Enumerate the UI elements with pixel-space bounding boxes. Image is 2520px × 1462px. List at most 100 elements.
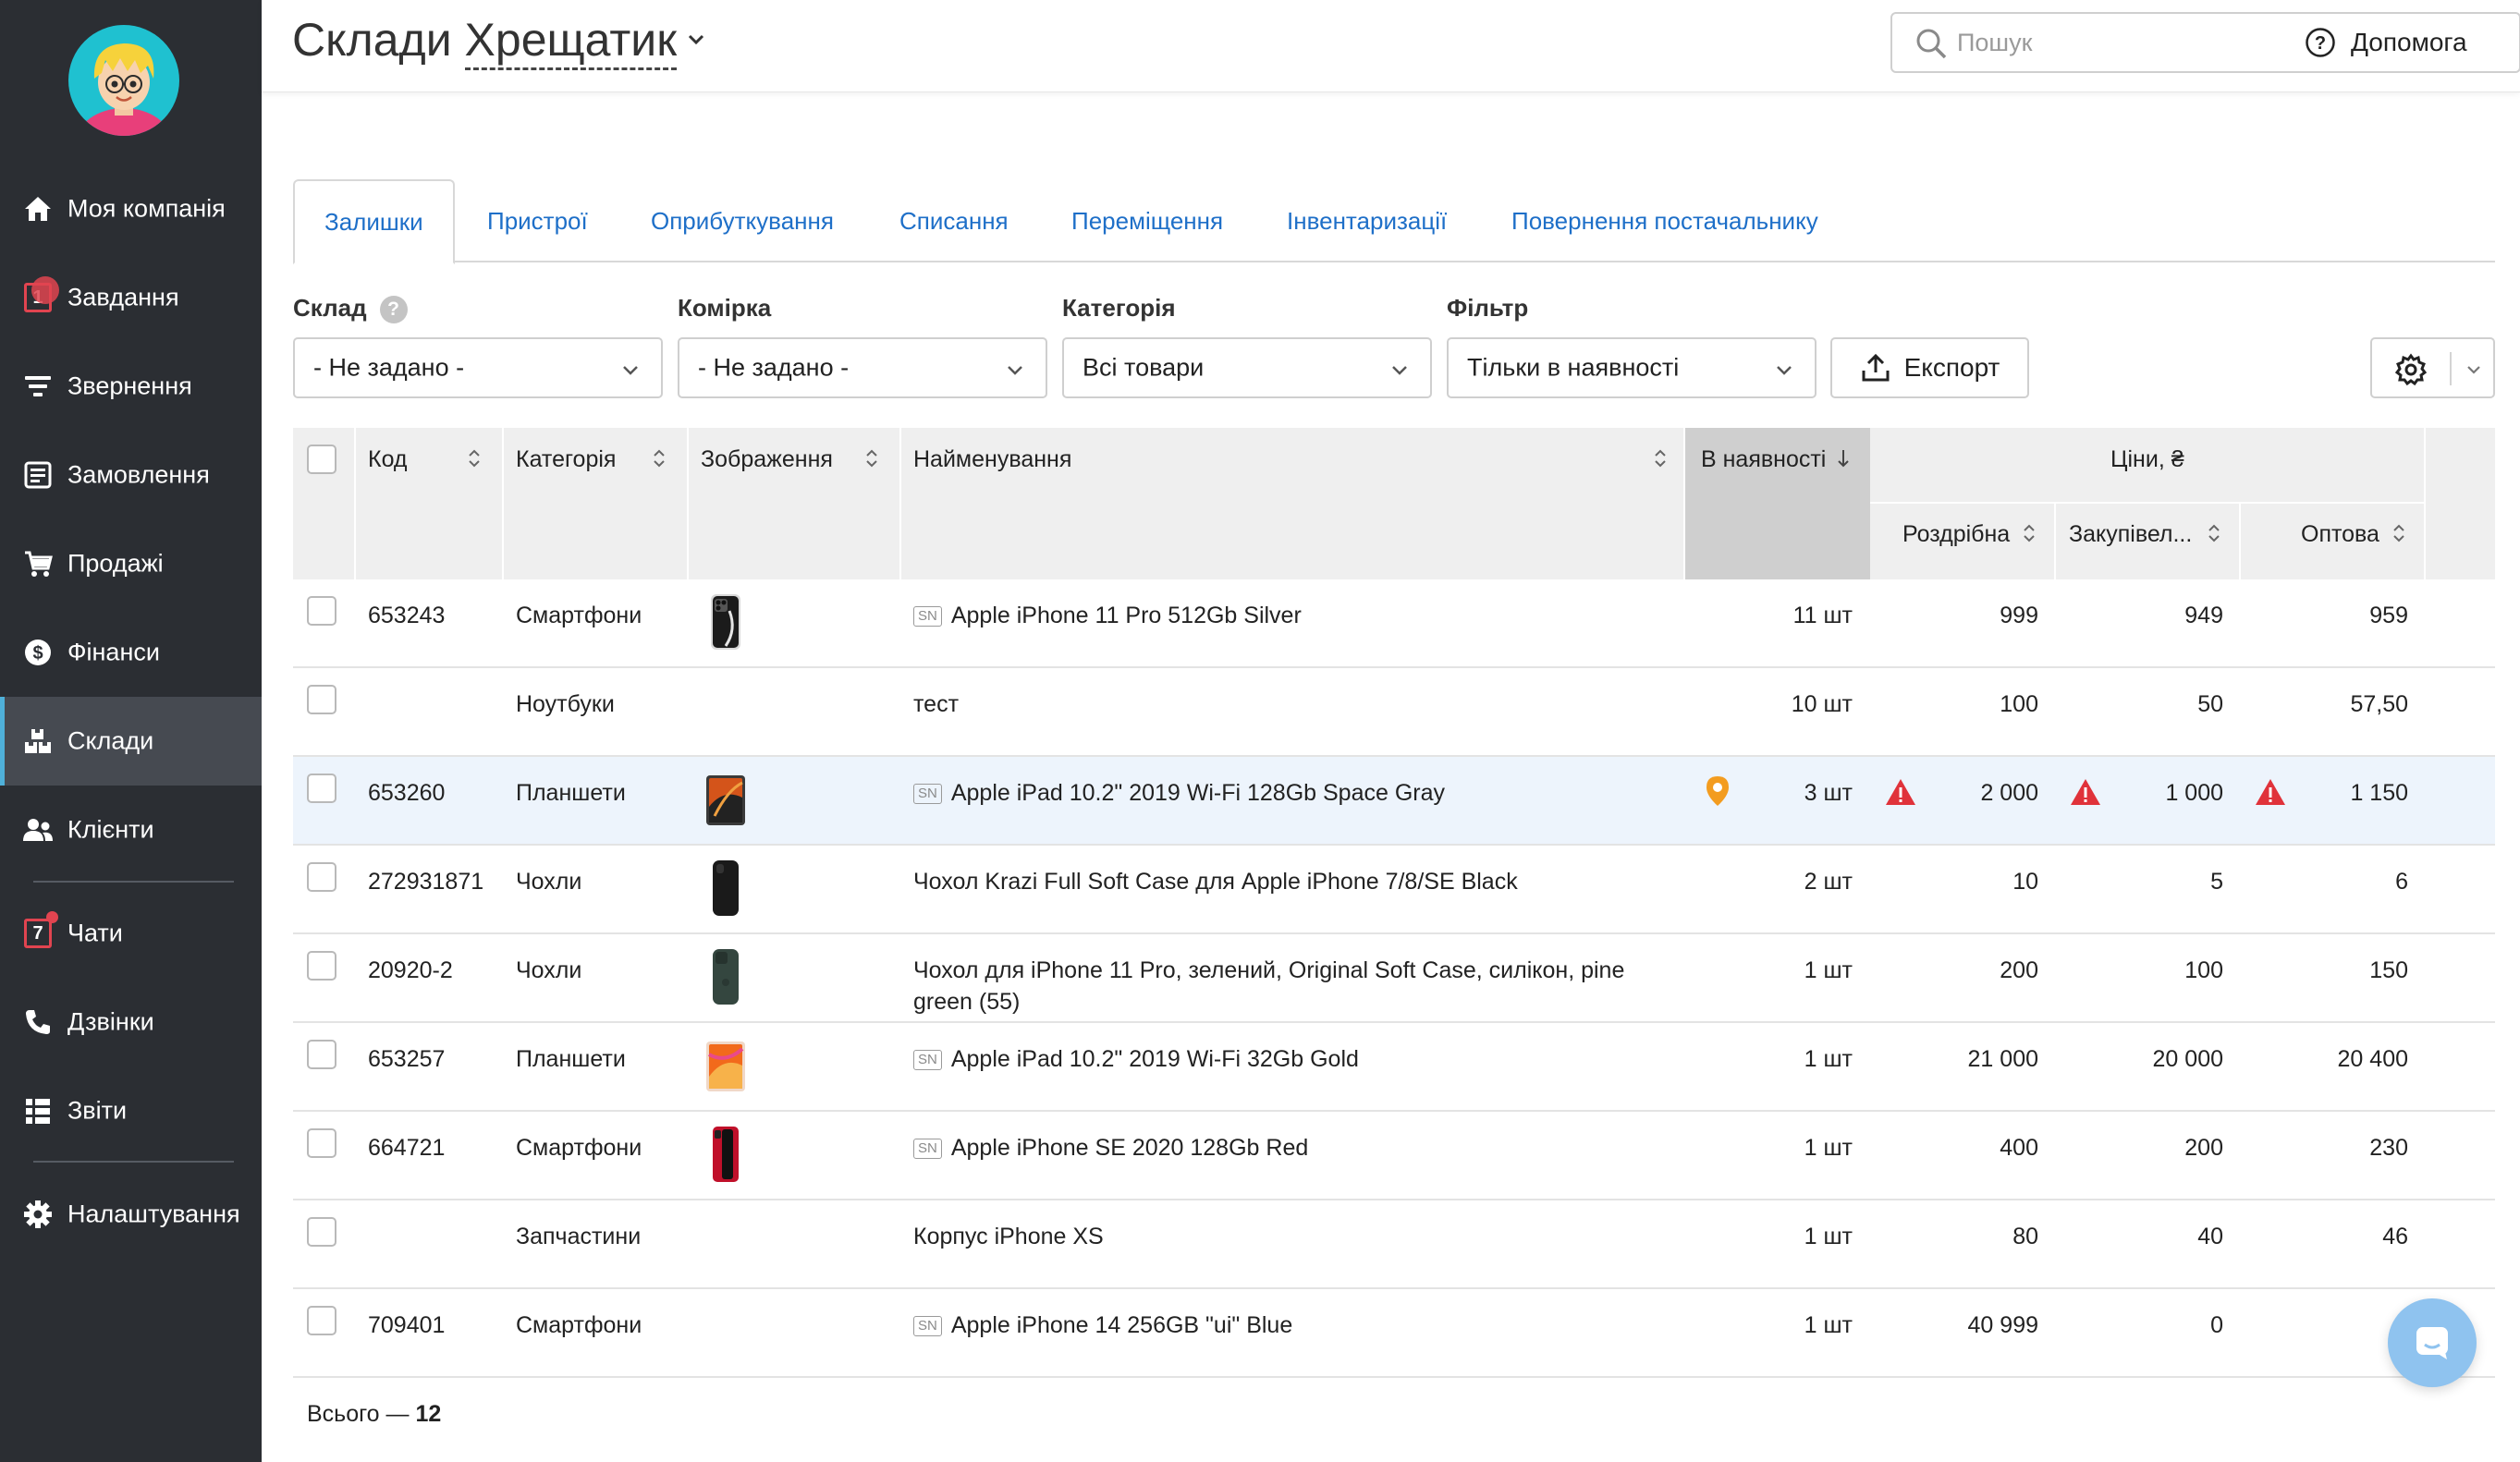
column-purchase-header[interactable]: Закупівел...	[2069, 521, 2192, 548]
cell-retail-price: 40 999	[1967, 1312, 2038, 1338]
tab-write-offs[interactable]: Списання	[899, 179, 1009, 262]
column-in-stock-header[interactable]: В наявності	[1701, 446, 1826, 473]
row-checkbox[interactable]	[307, 951, 336, 981]
product-thumbnail-iphone-11-pro-silver[interactable]	[705, 592, 746, 652]
product-thumbnail-case-black[interactable]	[705, 859, 746, 918]
product-name-link[interactable]: Apple iPhone 14 256GB "ui" Blue	[951, 1312, 1292, 1338]
sort-icon[interactable]	[1653, 448, 1668, 469]
sort-descending-icon[interactable]	[1836, 448, 1851, 469]
sidebar: Моя компанія 1 Завдання Звернення Замовл…	[0, 0, 262, 1462]
row-checkbox[interactable]	[307, 1217, 336, 1247]
sidebar-item-requests[interactable]: Звернення	[0, 342, 262, 431]
table-row[interactable]: 20920-2 Чохли Чохол для iPhone 11 Pro, зел…	[293, 934, 2495, 1023]
sidebar-item-finance[interactable]: $ Фінанси	[0, 608, 262, 697]
export-button[interactable]: Експорт	[1830, 337, 2029, 398]
table-row[interactable]: Ноутбуки тест 10 шт 100 50 57,50	[293, 668, 2495, 757]
cell-name: SN Apple iPhone SE 2020 128Gb Red	[913, 1132, 1308, 1164]
cell-category: Чохли	[516, 957, 582, 983]
sidebar-item-reports[interactable]: Звіти	[0, 1066, 262, 1155]
warehouse-switcher[interactable]: Хрещатик	[464, 14, 678, 70]
cell-in-stock: 1 шт	[1804, 1312, 1853, 1338]
column-category-header[interactable]: Категорія	[516, 446, 616, 473]
row-checkbox[interactable]	[307, 862, 336, 892]
column-name-header[interactable]: Найменування	[913, 446, 1071, 473]
sort-icon[interactable]	[2207, 523, 2221, 543]
cell-purchase-price: 949	[2184, 603, 2223, 628]
sort-icon[interactable]	[467, 448, 482, 469]
table-settings-button[interactable]	[2370, 337, 2495, 398]
row-checkbox[interactable]	[307, 774, 336, 803]
table-row[interactable]: 653257 Планшети SN Apple iPad 10.2" 2019 Wi…	[293, 1023, 2495, 1112]
sidebar-item-orders[interactable]: Замовлення	[0, 431, 262, 519]
sidebar-item-settings[interactable]: Налаштування	[0, 1170, 262, 1259]
tab-transfers[interactable]: Переміщення	[1071, 179, 1223, 262]
sidebar-item-chats[interactable]: 7 Чати	[0, 889, 262, 978]
column-code-header[interactable]: Код	[368, 446, 408, 473]
warning-icon[interactable]	[2255, 777, 2286, 807]
chevron-down-icon[interactable]	[682, 26, 710, 54]
cell-category: Чохли	[516, 869, 582, 895]
cell-purchase-price: 200	[2184, 1135, 2223, 1161]
warning-icon[interactable]	[2070, 777, 2101, 807]
cell-retail-price: 80	[2012, 1224, 2038, 1249]
product-thumbnail-ipad-gold[interactable]	[705, 1036, 746, 1095]
cell-wholesale-price: 1 150	[2350, 780, 2408, 806]
help-link[interactable]: ? Допомога	[2305, 22, 2467, 63]
support-chat-button[interactable]	[2388, 1298, 2477, 1387]
row-checkbox[interactable]	[307, 1040, 336, 1069]
avatar[interactable]	[68, 25, 179, 136]
table-row[interactable]: 272931871 Чохли Чохол Krazi Full Soft Case…	[293, 846, 2495, 934]
help-question-icon[interactable]: ?	[379, 296, 408, 324]
tab-inventories[interactable]: Інвентаризації	[1287, 179, 1447, 262]
row-checkbox[interactable]	[307, 596, 336, 626]
product-thumbnail-ipad-space-gray[interactable]	[705, 770, 746, 829]
row-checkbox[interactable]	[307, 1128, 336, 1158]
product-name-link[interactable]: Корпус iPhone XS	[913, 1224, 1104, 1249]
row-checkbox[interactable]	[307, 1306, 336, 1335]
product-thumbnail-case-pine-green[interactable]	[705, 947, 746, 1006]
column-retail-header[interactable]: Роздрібна	[1902, 521, 2010, 548]
product-thumbnail-iphone-se-red[interactable]	[705, 1125, 746, 1184]
sidebar-item-clients[interactable]: Клієнти	[0, 786, 262, 874]
category-select[interactable]: Всі товари	[1062, 337, 1432, 398]
sort-icon[interactable]	[864, 448, 879, 469]
availability-filter-select[interactable]: Тільки в наявності	[1447, 337, 1817, 398]
location-pin-icon[interactable]	[1705, 775, 1731, 807]
cell-select[interactable]: - Не задано -	[678, 337, 1047, 398]
cell-name: Корпус iPhone XS	[913, 1221, 1104, 1252]
column-image-header[interactable]: Зображення	[701, 446, 833, 473]
tab-stock[interactable]: Залишки	[293, 179, 455, 264]
table-row[interactable]: 653260 Планшети SN Apple iPad 10.2" 2019 Wi…	[293, 757, 2495, 846]
product-name-link[interactable]: Apple iPhone SE 2020 128Gb Red	[951, 1135, 1308, 1161]
row-checkbox[interactable]	[307, 685, 336, 714]
tab-devices[interactable]: Пристрої	[487, 179, 588, 262]
table-row[interactable]: 653243 Смартфони SN Apple iPhone 11 Pro 512…	[293, 579, 2495, 668]
product-name-link[interactable]: Чохол Krazi Full Soft Case для Apple iPh…	[913, 869, 1518, 895]
product-name-link[interactable]: Чохол для iPhone 11 Pro, зелений, Origin…	[913, 957, 1624, 1015]
sidebar-item-tasks[interactable]: 1 Завдання	[0, 253, 262, 342]
product-name-link[interactable]: Apple iPad 10.2" 2019 Wi-Fi 32Gb Gold	[951, 1046, 1359, 1072]
warning-icon[interactable]	[1885, 777, 1916, 807]
product-name-link[interactable]: Apple iPad 10.2" 2019 Wi-Fi 128Gb Space …	[951, 780, 1445, 806]
column-wholesale-header[interactable]: Оптова	[2301, 521, 2379, 548]
sort-icon[interactable]	[2022, 523, 2037, 543]
sort-icon[interactable]	[652, 448, 667, 469]
svg-text:$: $	[32, 643, 43, 664]
cell-retail-price: 2 000	[1980, 780, 2038, 806]
sidebar-item-calls[interactable]: Дзвінки	[0, 978, 262, 1066]
sidebar-item-my-company[interactable]: Моя компанія	[0, 164, 262, 253]
product-name-link[interactable]: Apple iPhone 11 Pro 512Gb Silver	[951, 603, 1302, 628]
tab-receiving[interactable]: Оприбуткування	[651, 179, 834, 262]
table-row[interactable]: 664721 Смартфони SN Apple iPhone SE 2020 12…	[293, 1112, 2495, 1200]
warehouse-select[interactable]: - Не задано -	[293, 337, 663, 398]
sidebar-item-sales[interactable]: Продажі	[0, 519, 262, 608]
product-name-link[interactable]: тест	[913, 691, 959, 717]
dollar-coin-icon: $	[22, 637, 54, 668]
sort-icon[interactable]	[2392, 523, 2406, 543]
table-row[interactable]: 709401 Смартфони SN Apple iPhone 14 256GB "…	[293, 1289, 2495, 1378]
tab-supplier-returns[interactable]: Повернення постачальнику	[1511, 179, 1818, 262]
cell-in-stock: 1 шт	[1804, 957, 1853, 983]
table-row[interactable]: Запчастини Корпус iPhone XS 1 шт 80 40 46	[293, 1200, 2495, 1289]
sidebar-item-warehouses[interactable]: Склади	[0, 697, 262, 786]
select-all-checkbox[interactable]	[307, 445, 336, 474]
